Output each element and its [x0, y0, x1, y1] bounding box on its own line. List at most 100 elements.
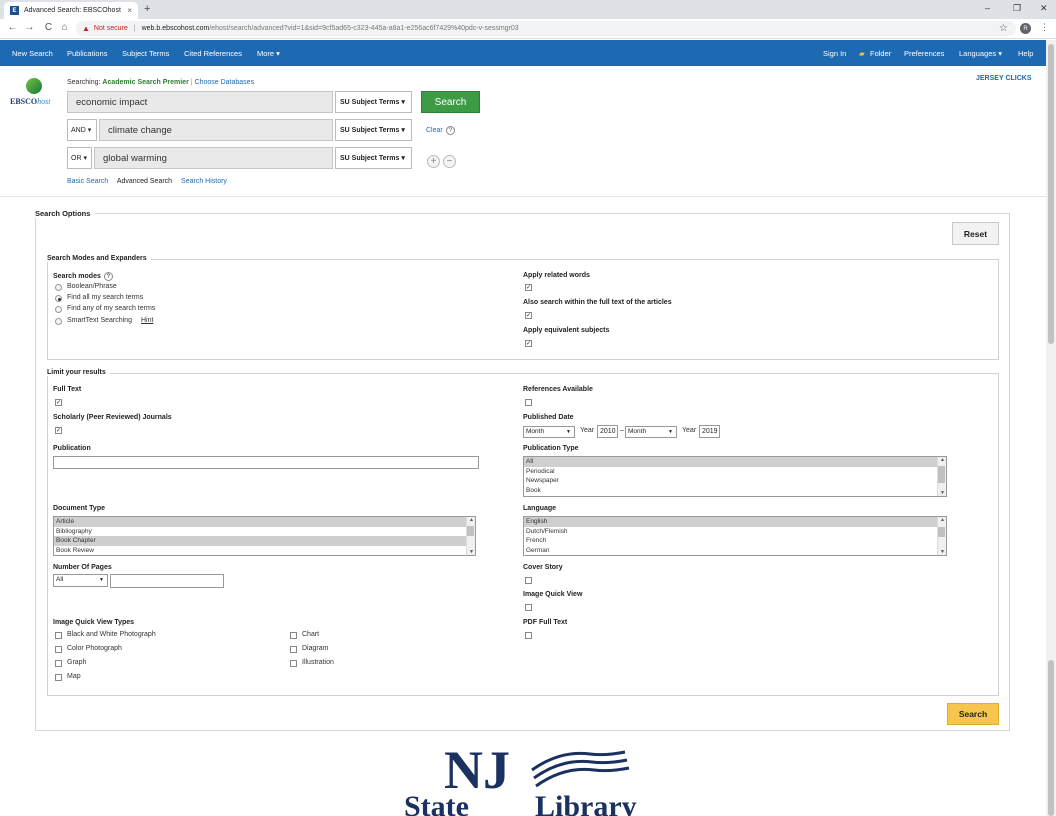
iqv-diagram-checkbox[interactable] [290, 646, 297, 653]
search-term-input-3[interactable]: global warming [94, 147, 333, 169]
help-icon[interactable]: ? [445, 126, 455, 135]
nav-preferences[interactable]: Preferences [904, 49, 944, 58]
search-options-title: Search Options [35, 209, 96, 218]
reset-button[interactable]: Reset [952, 222, 999, 245]
nav-help[interactable]: Help [1018, 49, 1033, 58]
clear-link[interactable]: Clear? [426, 126, 455, 135]
nav-subject-terms[interactable]: Subject Terms [122, 49, 169, 58]
ebscohost-logo[interactable]: EBSCOhost [10, 78, 58, 108]
jersey-clicks-link[interactable]: JERSEY CLICKS [976, 75, 1032, 82]
nav-sign-in[interactable]: Sign In [823, 49, 846, 58]
pages-input[interactable] [110, 574, 224, 588]
scroll-down-icon[interactable]: ▼ [940, 549, 945, 555]
list-item[interactable]: Newspaper [524, 476, 946, 486]
pdf-full-text-checkbox[interactable] [525, 632, 532, 639]
full-text-checkbox[interactable]: ✓ [55, 399, 62, 406]
apply-related-checkbox[interactable]: ✓ [525, 284, 532, 291]
iqv-bw-photo-checkbox[interactable] [55, 632, 62, 639]
url-field[interactable]: ▲ Not secure | web.b.ebscohost.com /ehos… [76, 21, 1016, 36]
publication-type-listbox[interactable]: All Periodical Newspaper Book ▲ ▼ [523, 456, 947, 497]
references-available-checkbox[interactable] [525, 399, 532, 406]
radio-smarttext[interactable] [55, 318, 62, 325]
list-item[interactable]: Bibliography [54, 527, 475, 537]
cover-story-checkbox[interactable] [525, 577, 532, 584]
page-scrollbar-thumb-lower[interactable] [1048, 660, 1054, 816]
boolean-select-3[interactable]: OR ▾ [67, 147, 92, 169]
hint-link[interactable]: Hint [141, 317, 153, 324]
field-select-3[interactable]: SU Subject Terms ▾ [335, 147, 412, 169]
list-item[interactable]: Book [524, 486, 946, 496]
radio-find-any[interactable] [55, 306, 62, 313]
list-item[interactable]: Article [54, 517, 475, 527]
minimize-icon[interactable]: – [985, 3, 990, 13]
listbox-thumb[interactable] [938, 527, 945, 537]
iqv-map-checkbox[interactable] [55, 674, 62, 681]
month-to-select[interactable]: Month ▼ [625, 426, 677, 438]
list-item[interactable]: Dutch/Flemish [524, 527, 946, 537]
profile-avatar[interactable]: R [1020, 23, 1031, 34]
reload-icon[interactable]: C [40, 22, 57, 33]
add-row-icon[interactable]: + [427, 155, 440, 168]
nav-more[interactable]: More ▾ [257, 49, 280, 58]
iqv-chart-checkbox[interactable] [290, 632, 297, 639]
bookmark-star-icon[interactable]: ☆ [999, 23, 1008, 34]
nav-languages[interactable]: Languages ▾ [959, 49, 1002, 58]
choose-databases-link[interactable]: Choose Databases [195, 79, 255, 86]
nav-folder[interactable]: Folder [870, 49, 891, 58]
basic-search-link[interactable]: Basic Search [67, 178, 108, 185]
scroll-down-icon[interactable]: ▼ [469, 549, 474, 555]
scroll-up-icon[interactable]: ▲ [940, 457, 945, 463]
nav-publications[interactable]: Publications [67, 49, 107, 58]
year-to-input[interactable]: 2019 [699, 425, 720, 438]
pages-select[interactable]: All ▼ [53, 574, 108, 587]
scholarly-checkbox[interactable]: ✓ [55, 427, 62, 434]
publication-input[interactable] [53, 456, 479, 469]
image-quick-view-checkbox[interactable] [525, 604, 532, 611]
boolean-select-2[interactable]: AND ▾ [67, 119, 97, 141]
tab-close-icon[interactable]: × [127, 6, 132, 15]
scroll-up-icon[interactable]: ▲ [940, 517, 945, 523]
remove-row-icon[interactable]: − [443, 155, 456, 168]
search-history-link[interactable]: Search History [181, 178, 227, 185]
listbox-thumb[interactable] [467, 526, 474, 536]
restore-icon[interactable]: ❐ [1013, 3, 1021, 14]
year-from-input[interactable]: 2010 [597, 425, 618, 438]
radio-find-all[interactable] [55, 295, 62, 302]
list-item[interactable]: Book Chapter [54, 536, 475, 546]
scroll-up-icon[interactable]: ▲ [469, 517, 474, 523]
home-icon[interactable]: ⌂ [56, 22, 73, 33]
list-item[interactable]: Periodical [524, 467, 946, 477]
iqv-color-photo-checkbox[interactable] [55, 646, 62, 653]
back-icon[interactable]: ← [4, 22, 21, 33]
listbox-thumb[interactable] [938, 466, 945, 483]
search-modes-help-icon[interactable]: ? [103, 272, 113, 281]
window-close-icon[interactable]: ✕ [1040, 3, 1048, 14]
list-item[interactable]: German [524, 546, 946, 556]
new-tab-icon[interactable]: + [144, 3, 150, 15]
list-item[interactable]: French [524, 536, 946, 546]
document-type-listbox[interactable]: Article Bibliography Book Chapter Book R… [53, 516, 476, 556]
search-button[interactable]: Search [421, 91, 480, 113]
browser-tab[interactable]: E Advanced Search: EBSCOhost × [4, 2, 138, 19]
list-item[interactable]: All [524, 457, 946, 467]
field-select-1[interactable]: SU Subject Terms ▾ [335, 91, 412, 113]
field-select-2[interactable]: SU Subject Terms ▾ [335, 119, 412, 141]
options-search-button[interactable]: Search [947, 703, 999, 725]
iqv-illustration-checkbox[interactable] [290, 660, 297, 667]
month-from-select[interactable]: Month ▼ [523, 426, 575, 438]
full-text-search-checkbox[interactable]: ✓ [525, 312, 532, 319]
forward-icon[interactable]: → [21, 22, 38, 33]
browser-menu-icon[interactable]: ⋮ [1040, 22, 1049, 33]
radio-boolean-phrase[interactable] [55, 284, 62, 291]
search-term-input-2[interactable]: climate change [99, 119, 333, 141]
iqv-graph-checkbox[interactable] [55, 660, 62, 667]
list-item[interactable]: English [524, 517, 946, 527]
nav-cited-references[interactable]: Cited References [184, 49, 242, 58]
equivalent-subjects-checkbox[interactable]: ✓ [525, 340, 532, 347]
language-listbox[interactable]: English Dutch/Flemish French German ▲ ▼ [523, 516, 947, 556]
list-item[interactable]: Book Review [54, 546, 475, 556]
nav-new-search[interactable]: New Search [12, 49, 53, 58]
search-term-input-1[interactable]: economic impact [67, 91, 333, 113]
page-scrollbar-thumb[interactable] [1048, 44, 1054, 344]
scroll-down-icon[interactable]: ▼ [940, 490, 945, 496]
